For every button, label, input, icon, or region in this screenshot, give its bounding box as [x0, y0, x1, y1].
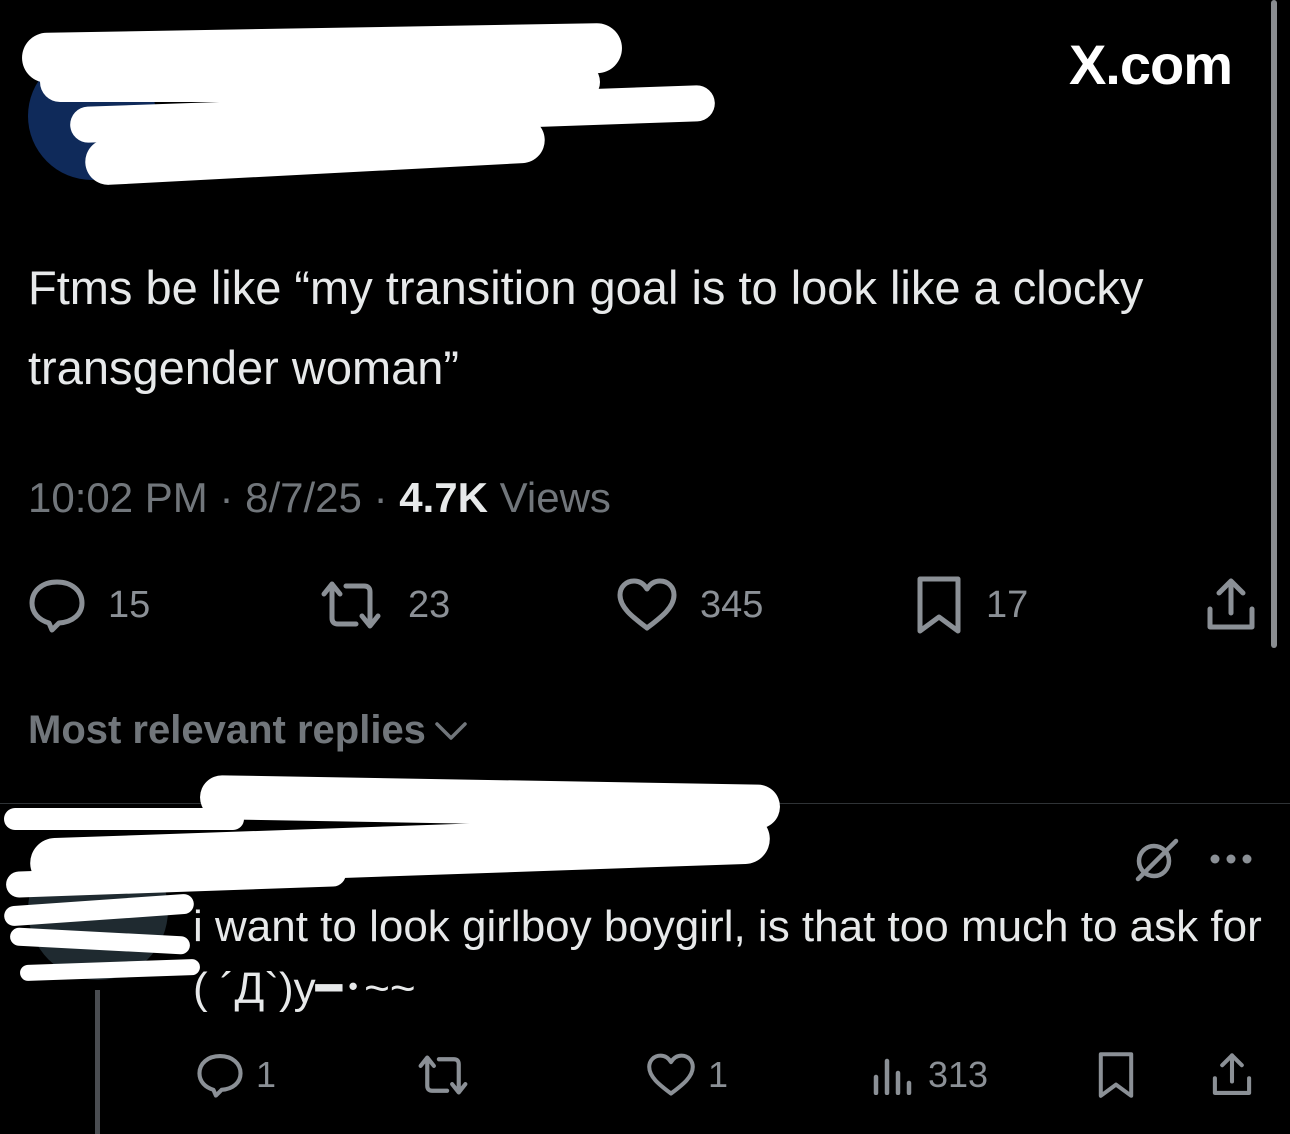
share-button[interactable] [1204, 575, 1258, 635]
scrollbar[interactable] [1271, 0, 1277, 648]
reply-action-bar: 1 1 313 [0, 1045, 1270, 1101]
reply-views-count: 313 [928, 1054, 989, 1095]
tweet-screenshot: X.com Ftms be like “my transition goal i… [0, 0, 1290, 1134]
reply-like-button[interactable]: 1 [646, 1045, 728, 1105]
reply-share-button[interactable] [1210, 1045, 1254, 1105]
tweet-action-bar: 15 23 345 17 [0, 575, 1270, 635]
bookmark-count: 17 [986, 583, 1029, 626]
more-icon[interactable] [1208, 851, 1254, 867]
reply-reply-count: 1 [256, 1054, 277, 1095]
meta-separator: · [373, 474, 388, 521]
reply-views-button[interactable]: 313 [872, 1045, 988, 1105]
like-button[interactable]: 345 [616, 575, 763, 635]
tweet-meta: 10:02 PM · 8/7/25 · 4.7K Views [28, 474, 611, 522]
brand-watermark: X.com [1068, 33, 1233, 96]
reply-icon [197, 1054, 243, 1098]
tweet-time[interactable]: 10:02 PM [28, 474, 208, 521]
reply-header-icons [1132, 835, 1254, 883]
share-icon [1207, 578, 1255, 630]
grok-icon[interactable] [1132, 835, 1180, 883]
meta-separator: · [219, 474, 234, 521]
reply-like-count: 1 [708, 1054, 729, 1095]
views-icon [873, 1058, 912, 1095]
like-count: 345 [700, 583, 764, 626]
repost-count: 23 [408, 583, 451, 626]
repost-button[interactable]: 23 [316, 575, 450, 635]
tweet-text: Ftms be like “my transition goal is to l… [28, 261, 1144, 394]
bookmark-button[interactable]: 17 [914, 575, 1028, 635]
replies-sort-label: Most relevant replies [28, 708, 426, 752]
reply-count: 15 [108, 583, 151, 626]
repost-icon [418, 1055, 468, 1095]
reply-text: i want to look girlboy boygirl, is that … [193, 902, 1262, 1013]
replies-sort-dropdown[interactable]: Most relevant replies [28, 708, 468, 753]
bookmark-icon [1098, 1052, 1134, 1098]
reply-icon [29, 579, 85, 633]
reply-reply-button[interactable]: 1 [196, 1045, 276, 1105]
reply-bookmark-button[interactable] [1096, 1045, 1136, 1105]
share-icon [1212, 1053, 1252, 1095]
chevron-down-icon [435, 721, 467, 740]
like-icon [617, 578, 677, 631]
like-icon [647, 1053, 695, 1096]
reply-button[interactable]: 15 [28, 575, 150, 635]
views-count: 4.7K [399, 474, 488, 521]
reply-repost-button[interactable] [414, 1045, 472, 1105]
tweet-date[interactable]: 8/7/25 [245, 474, 362, 521]
repost-icon [321, 581, 381, 629]
bookmark-icon [917, 576, 961, 634]
views-label: Views [499, 474, 611, 521]
